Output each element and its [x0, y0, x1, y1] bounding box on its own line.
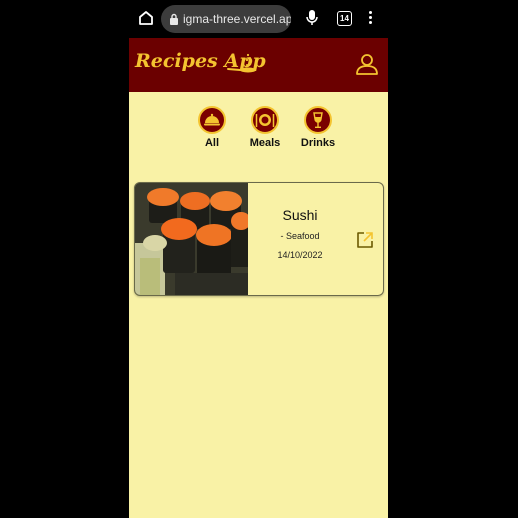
filter-drinks-label: Drinks: [300, 137, 336, 149]
recipe-card[interactable]: Sushi - Seafood 14/10/2022: [134, 182, 384, 296]
open-external-icon[interactable]: [355, 230, 375, 250]
category-filters: All Meals Drinks: [129, 106, 388, 154]
recipe-title: Sushi: [282, 207, 318, 223]
frying-pan-icon: [227, 53, 256, 73]
app-header: Recipes App: [129, 38, 388, 92]
filter-meals-button[interactable]: Meals: [243, 106, 287, 149]
recipe-image[interactable]: [135, 183, 248, 295]
address-bar[interactable]: igma-three.vercel.app: [161, 5, 291, 33]
all-food-icon: [204, 113, 220, 126]
plate-cutlery-icon: [255, 114, 275, 127]
home-icon[interactable]: [137, 9, 155, 27]
wine-glass-icon: [313, 112, 323, 128]
profile-icon[interactable]: [355, 52, 379, 76]
recipe-date: 14/10/2022: [277, 250, 323, 260]
tab-switcher-button[interactable]: 14: [337, 11, 352, 26]
sushi-photo: [135, 183, 248, 295]
lock-icon: [170, 13, 178, 25]
recipe-category: - Seafood: [280, 231, 320, 241]
browser-toolbar: igma-three.vercel.app 14: [0, 0, 518, 38]
filter-all-button[interactable]: All: [190, 106, 234, 149]
microphone-icon[interactable]: [305, 9, 319, 27]
filter-all-label: All: [204, 137, 220, 149]
url-text: igma-three.vercel.app: [183, 12, 291, 26]
more-menu-icon[interactable]: [364, 10, 376, 28]
app-viewport: Recipes App All Meals Drinks Sushi - Sea…: [129, 38, 388, 518]
filter-drinks-button[interactable]: Drinks: [296, 106, 340, 149]
filter-meals-label: Meals: [249, 137, 281, 149]
